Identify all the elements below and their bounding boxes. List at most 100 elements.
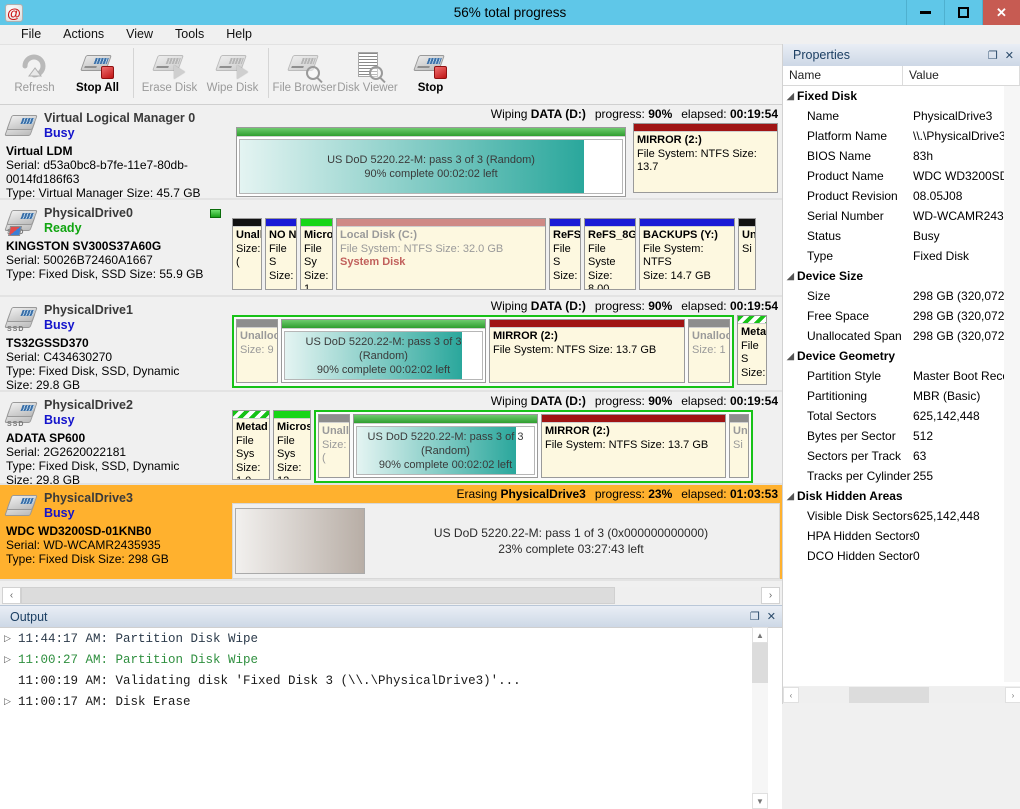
menu-file[interactable]: File — [10, 25, 52, 43]
output-vertical-scrollbar[interactable]: ▲ ▼ — [752, 627, 768, 809]
partition-block[interactable]: UnallocSize: 1 — [688, 319, 730, 383]
properties-vertical-scrollbar[interactable] — [1004, 86, 1020, 682]
group-expander-icon[interactable]: ◢ — [783, 491, 797, 502]
scroll-left-button[interactable]: ‹ — [2, 587, 21, 604]
partition-block[interactable]: MicroFile SySize: 1 — [300, 218, 333, 290]
partition-block[interactable]: ReFS_File SSize: — [549, 218, 581, 290]
properties-row[interactable]: Tracks per Cylinder255 — [783, 466, 1020, 486]
properties-row[interactable]: Serial NumberWD-WCAMR24359 — [783, 206, 1020, 226]
properties-restore-icon[interactable]: ❐ — [988, 49, 998, 62]
disk-info[interactable]: SSDPhysicalDrive1BusyTS32GSSD370Serial: … — [0, 297, 230, 390]
hscroll-track[interactable] — [21, 587, 761, 604]
toolbar-refresh-button[interactable]: Refresh — [3, 45, 66, 103]
partition-block[interactable]: UnSi — [729, 414, 749, 478]
properties-hscroll-track[interactable] — [799, 687, 1005, 703]
properties-row[interactable]: BIOS Name83h — [783, 146, 1020, 166]
properties-group-row[interactable]: ◢Fixed Disk — [783, 86, 1020, 106]
properties-row[interactable]: StatusBusy — [783, 226, 1020, 246]
properties-group-row[interactable]: ◢Device Geometry — [783, 346, 1020, 366]
properties-column-value[interactable]: Value — [903, 66, 1020, 85]
partition-block[interactable]: ReFS_8GFile SysteSize: 8.00 — [584, 218, 636, 290]
properties-row[interactable]: DCO Hidden Sectors0 — [783, 546, 1020, 566]
output-log-row[interactable]: ▷11:00:27 AM: Partition Disk Wipe — [0, 649, 782, 670]
disk-info[interactable]: SSDPhysicalDrive0ReadyKINGSTON SV300S37A… — [0, 200, 230, 295]
output-scroll-up-button[interactable]: ▲ — [752, 627, 768, 643]
menu-tools[interactable]: Tools — [164, 25, 215, 43]
properties-row[interactable]: Partition StyleMaster Boot Recor — [783, 366, 1020, 386]
output-restore-icon[interactable]: ❐ — [750, 610, 760, 623]
partition-block[interactable]: UnallSize: ( — [232, 218, 262, 290]
properties-row[interactable]: Bytes per Sector512 — [783, 426, 1020, 446]
properties-close-icon[interactable]: ✕ — [1005, 49, 1014, 62]
partition-block[interactable]: MIRROR (2:)File System: NTFS Size: 13.7 … — [489, 319, 685, 383]
maximize-button[interactable] — [944, 0, 982, 25]
properties-scroll-left-button[interactable]: ‹ — [783, 687, 799, 703]
partition-block[interactable]: MetadFile SysSize: 1.0 — [232, 410, 270, 480]
toolbar-erase-disk-button[interactable]: Erase Disk — [138, 45, 201, 103]
menu-view[interactable]: View — [115, 25, 164, 43]
properties-row[interactable]: Visible Disk Sectors625,142,448 — [783, 506, 1020, 526]
disk-row[interactable]: SSDPhysicalDrive0ReadyKINGSTON SV300S37A… — [0, 200, 782, 297]
output-log-row[interactable]: ▷11:44:17 AM: Partition Disk Wipe — [0, 628, 782, 649]
log-expander-icon[interactable]: ▷ — [4, 697, 18, 707]
output-log-list[interactable]: ▷11:44:17 AM: Partition Disk Wipe▷11:00:… — [0, 627, 782, 809]
properties-horizontal-scrollbar[interactable]: ‹ › — [783, 686, 1020, 704]
disk-list-horizontal-scrollbar[interactable]: ‹ › — [0, 585, 782, 605]
output-scroll-down-button[interactable]: ▼ — [752, 793, 768, 809]
menu-help[interactable]: Help — [215, 25, 263, 43]
partition-block[interactable]: MetaFile SSize: — [737, 315, 767, 385]
toolbar-wipe-disk-button[interactable]: Wipe Disk — [201, 45, 264, 103]
disk-info[interactable]: SSDPhysicalDrive2BusyADATA SP600Serial: … — [0, 392, 230, 483]
partition-block[interactable]: MicrosFile SysSize: 12 — [273, 410, 311, 480]
properties-hscroll-thumb[interactable] — [849, 687, 929, 703]
partition-block[interactable]: MIRROR (2:)File System: NTFS Size: 13.7 … — [541, 414, 726, 478]
disk-info[interactable]: PhysicalDrive3BusyWDC WD3200SD-01KNB0Ser… — [0, 485, 230, 579]
properties-row[interactable]: Sectors per Track63 — [783, 446, 1020, 466]
toolbar-file-browser-button[interactable]: File Browser — [273, 45, 336, 103]
properties-row[interactable]: Platform Name\\.\PhysicalDrive3 — [783, 126, 1020, 146]
properties-row[interactable]: Product NameWDC WD3200SD-0 — [783, 166, 1020, 186]
properties-group-row[interactable]: ◢Disk Hidden Areas — [783, 486, 1020, 506]
properties-row[interactable]: TypeFixed Disk — [783, 246, 1020, 266]
properties-row[interactable]: Product Revision08.05J08 — [783, 186, 1020, 206]
partition-block[interactable]: UnallocSize: 9 — [236, 319, 278, 383]
properties-row[interactable]: NamePhysicalDrive3 — [783, 106, 1020, 126]
hscroll-thumb[interactable] — [21, 587, 615, 604]
disk-row[interactable]: SSDPhysicalDrive1BusyTS32GSSD370Serial: … — [0, 297, 782, 392]
partition-block[interactable]: UnallSize: ( — [318, 414, 350, 478]
properties-row[interactable]: Unallocated Span298 GB (320,072,93 — [783, 326, 1020, 346]
menu-actions[interactable]: Actions — [52, 25, 115, 43]
output-log-row[interactable]: 11:00:19 AM: Validating disk 'Fixed Disk… — [0, 670, 782, 691]
properties-row[interactable]: Total Sectors625,142,448 — [783, 406, 1020, 426]
scroll-right-button[interactable]: › — [761, 587, 780, 604]
properties-list[interactable]: ◢Fixed DiskNamePhysicalDrive3Platform Na… — [783, 86, 1020, 682]
properties-row[interactable]: HPA Hidden Sectors0 — [783, 526, 1020, 546]
toolbar-stop-button[interactable]: Stop — [399, 45, 462, 103]
disk-list[interactable]: Virtual Logical Manager 0BusyVirtual LDM… — [0, 105, 782, 583]
disk-row[interactable]: Virtual Logical Manager 0BusyVirtual LDM… — [0, 105, 782, 200]
group-expander-icon[interactable]: ◢ — [783, 91, 797, 102]
group-expander-icon[interactable]: ◢ — [783, 271, 797, 282]
output-close-icon[interactable]: ✕ — [767, 610, 776, 623]
partition-block[interactable]: BACKUPS (Y:)File System: NTFSSize: 14.7 … — [639, 218, 735, 290]
disk-row[interactable]: SSDPhysicalDrive2BusyADATA SP600Serial: … — [0, 392, 782, 485]
partition-block[interactable]: MIRROR (2:)File System: NTFS Size: 13.7 — [633, 123, 778, 193]
properties-column-name[interactable]: Name — [783, 66, 903, 85]
output-log-row[interactable]: ▷11:00:17 AM: Disk Erase — [0, 691, 782, 712]
disk-row[interactable]: PhysicalDrive3BusyWDC WD3200SD-01KNB0Ser… — [0, 485, 782, 581]
toolbar-disk-viewer-button[interactable]: Disk Viewer — [336, 45, 399, 103]
properties-scroll-right-button[interactable]: › — [1005, 687, 1020, 703]
output-vscroll-thumb[interactable] — [752, 643, 768, 683]
properties-row[interactable]: Free Space298 GB (320,072,93 — [783, 306, 1020, 326]
partition-block[interactable]: UnSi — [738, 218, 756, 290]
partition-block[interactable]: NO NFile SSize: — [265, 218, 297, 290]
close-button[interactable]: ✕ — [982, 0, 1020, 25]
properties-row[interactable]: PartitioningMBR (Basic) — [783, 386, 1020, 406]
toolbar-stop-all-button[interactable]: Stop All — [66, 45, 129, 103]
disk-info[interactable]: Virtual Logical Manager 0BusyVirtual LDM… — [0, 105, 230, 198]
log-expander-icon[interactable]: ▷ — [4, 655, 18, 665]
properties-row[interactable]: Size298 GB (320,072,93 — [783, 286, 1020, 306]
properties-group-row[interactable]: ◢Device Size — [783, 266, 1020, 286]
log-expander-icon[interactable]: ▷ — [4, 634, 18, 644]
minimize-button[interactable] — [906, 0, 944, 25]
